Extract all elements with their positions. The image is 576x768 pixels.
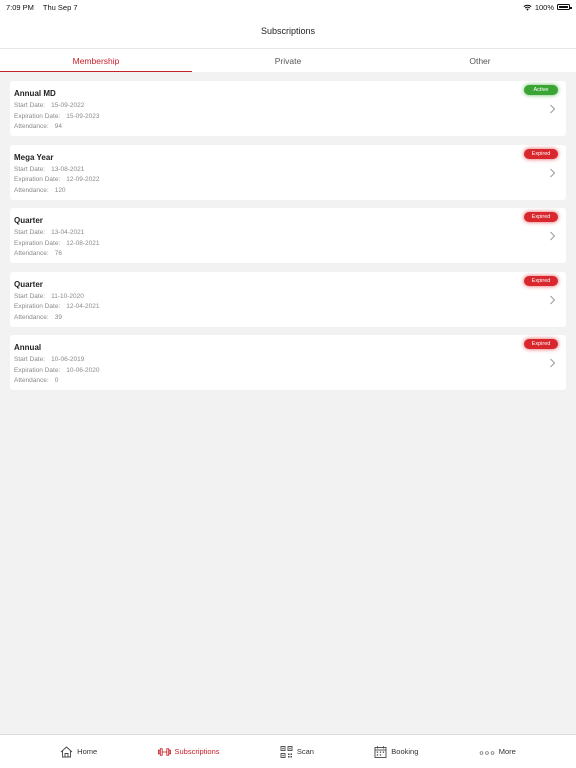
bottom-tab-scan[interactable]: Scan [280, 745, 314, 758]
expiration-date-row: Expiration Date: 12-08-2021 [14, 239, 562, 250]
status-date: Thu Sep 7 [42, 2, 78, 12]
start-date-value: 11-10-2020 [51, 292, 84, 300]
qr-code-icon [280, 745, 293, 758]
expiration-date-label: Expiration Date: [14, 366, 61, 374]
attendance-value: 94 [54, 123, 62, 130]
calendar-icon [374, 745, 387, 758]
bottom-tab-bar: Home Subscriptions Scan Booking More [0, 734, 576, 768]
expiration-date-value: 15-09-2023 [66, 112, 100, 120]
start-date-row: Start Date: 10-06-2019 [14, 355, 562, 366]
start-date-row: Start Date: 13-04-2021 [14, 228, 562, 239]
expiration-date-value: 10-06-2020 [66, 366, 100, 374]
expiration-date-label: Expiration Date: [14, 176, 61, 183]
bottom-tab-label: Subscriptions [174, 747, 220, 756]
start-date-label: Start Date: [14, 356, 46, 363]
bottom-tab-more[interactable]: More [479, 746, 516, 758]
subscription-card[interactable]: Quarter Start Date: 13-04-2021 Expiration… [10, 208, 566, 263]
expiration-date-label: Expiration Date: [14, 303, 61, 310]
expiration-date-row: Expiration Date: 12-09-2022 [14, 175, 562, 186]
chevron-right-icon [550, 104, 556, 114]
start-date-row: Start Date: 13-08-2021 [14, 165, 562, 176]
more-icon [479, 750, 495, 755]
subscription-list: Annual MD Start Date: 15-09-2022 Expirati… [0, 72, 576, 390]
start-date-value: 13-04-2021 [51, 229, 85, 236]
tab-other[interactable]: Other [384, 49, 576, 72]
start-date-row: Start Date: 11-10-2020 [14, 292, 562, 303]
start-date-value: 15-09-2022 [51, 102, 85, 109]
battery-icon [557, 4, 572, 10]
status-left: 7:09 PM Thu Sep 7 [6, 3, 85, 12]
subscription-card[interactable]: Annual MD Start Date: 15-09-2022 Expirati… [10, 81, 566, 136]
attendance-row: Attendance: 39 [14, 313, 562, 324]
bottom-tab-home[interactable]: Home [60, 745, 98, 758]
status-right: 100% [523, 2, 572, 12]
attendance-label: Attendance: [14, 250, 49, 257]
attendance-label: Attendance: [14, 186, 49, 194]
subscription-name: Mega Year [14, 152, 54, 162]
subscription-card[interactable]: Annual Start Date: 10-06-2019 Expiration … [10, 335, 566, 390]
expiration-date-value: 12-09-2022 [66, 176, 100, 183]
page-title: Subscriptions [260, 26, 316, 36]
subscription-card[interactable]: Mega Year Start Date: 13-08-2021 Expirati… [10, 144, 566, 200]
subscription-tabs: Membership Private Other [0, 48, 576, 72]
bottom-tab-label: Booking [391, 747, 419, 756]
subscription-card[interactable]: Quarter Start Date: 11-10-2020 Expiration… [10, 271, 566, 327]
bottom-tab-label: Scan [296, 747, 314, 756]
start-date-row: Start Date: 15-09-2022 [14, 101, 562, 112]
chevron-right-icon [550, 358, 556, 368]
subscription-name: Annual MD [14, 89, 56, 98]
expiration-date-label: Expiration Date: [14, 239, 61, 247]
attendance-row: Attendance: 120 [14, 186, 562, 197]
start-date-label: Start Date: [14, 165, 46, 173]
dumbbell-icon [157, 747, 171, 756]
attendance-label: Attendance: [14, 377, 49, 384]
tab-membership[interactable]: Membership [0, 49, 192, 72]
chevron-right-icon [550, 231, 556, 241]
expiration-date-value: 12-04-2021 [66, 303, 100, 310]
wifi-icon [523, 4, 532, 11]
battery-percent: 100% [534, 2, 554, 12]
start-date-label: Start Date: [14, 229, 46, 236]
attendance-value: 0 [54, 377, 59, 384]
attendance-value: 39 [54, 313, 62, 321]
expiration-date-row: Expiration Date: 10-06-2020 [14, 366, 562, 377]
attendance-label: Attendance: [14, 123, 49, 130]
start-date-value: 13-08-2021 [51, 165, 85, 173]
navigation-bar: Subscriptions [0, 14, 576, 48]
tab-private[interactable]: Private [192, 49, 384, 72]
subscription-name: Quarter [14, 279, 43, 289]
bottom-tab-booking[interactable]: Booking [374, 745, 419, 758]
status-badge: Expired [524, 148, 558, 159]
start-date-value: 10-06-2019 [51, 356, 85, 363]
status-badge: Expired [524, 275, 558, 286]
chevron-right-icon [550, 168, 556, 177]
attendance-value: 120 [54, 186, 66, 194]
expiration-date-label: Expiration Date: [14, 112, 61, 120]
expiration-date-row: Expiration Date: 15-09-2023 [14, 112, 562, 123]
start-date-label: Start Date: [14, 292, 46, 300]
status-badge: Expired [524, 339, 558, 349]
bottom-tab-label: Home [77, 747, 98, 756]
status-bar: 7:09 PM Thu Sep 7 100% [0, 0, 576, 14]
subscription-name: Annual [14, 343, 42, 352]
attendance-row: Attendance: 94 [14, 122, 562, 133]
expiration-date-value: 12-08-2021 [66, 239, 100, 247]
status-time: 7:09 PM [6, 2, 34, 12]
bottom-tab-subscriptions[interactable]: Subscriptions [157, 746, 220, 758]
chevron-right-icon [550, 295, 556, 304]
bottom-tab-label: More [498, 747, 516, 756]
status-badge: Expired [524, 212, 558, 222]
attendance-value: 76 [54, 250, 62, 257]
home-icon [60, 745, 73, 757]
start-date-label: Start Date: [14, 102, 46, 109]
expiration-date-row: Expiration Date: 12-04-2021 [14, 302, 562, 313]
attendance-row: Attendance: 0 [14, 376, 562, 387]
attendance-row: Attendance: 76 [14, 249, 562, 260]
attendance-label: Attendance: [14, 313, 49, 321]
subscription-name: Quarter [14, 216, 43, 225]
status-badge: Active [524, 85, 558, 95]
